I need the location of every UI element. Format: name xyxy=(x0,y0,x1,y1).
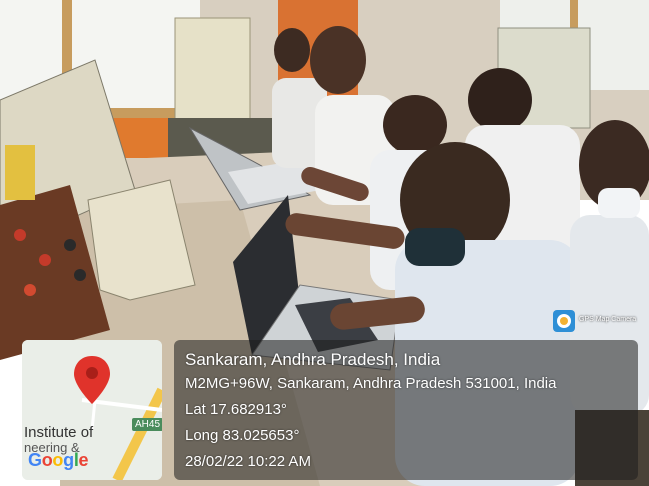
gps-camera-label: GPS Map Camera xyxy=(579,316,637,323)
location-info-box: Sankaram, Andhra Pradesh, India M2MG+96W… xyxy=(174,340,638,480)
terminal-red xyxy=(39,254,51,266)
longitude: Long 83.025653° xyxy=(185,427,300,444)
terminal-red xyxy=(24,284,36,296)
terminal-red xyxy=(14,229,26,241)
address-line: M2MG+96W, Sankaram, Andhra Pradesh 53100… xyxy=(185,375,557,392)
gps-camera-badge: GPS Map Camera xyxy=(553,310,643,334)
yellow-module xyxy=(5,145,35,200)
gps-camera-icon xyxy=(553,310,575,332)
google-logo: Google xyxy=(28,450,89,470)
face-mask xyxy=(405,228,465,266)
road-code-badge: AH45 xyxy=(132,418,162,431)
terminal-black xyxy=(74,269,86,281)
photo-stage: Institute of neering & AH45 Google GPS M… xyxy=(0,0,649,486)
date-time: 28/02/22 10:22 AM xyxy=(185,453,311,470)
terminal-black xyxy=(64,239,76,251)
latitude: Lat 17.682913° xyxy=(185,401,287,418)
student-head xyxy=(468,68,532,132)
map-label-institute: Institute of xyxy=(24,424,94,441)
student-head xyxy=(310,26,366,94)
face-mask xyxy=(598,188,640,218)
map-thumbnail[interactable]: Institute of neering & AH45 Google xyxy=(22,340,162,480)
place-name: Sankaram, Andhra Pradesh, India xyxy=(185,350,441,369)
student-head xyxy=(274,28,310,72)
